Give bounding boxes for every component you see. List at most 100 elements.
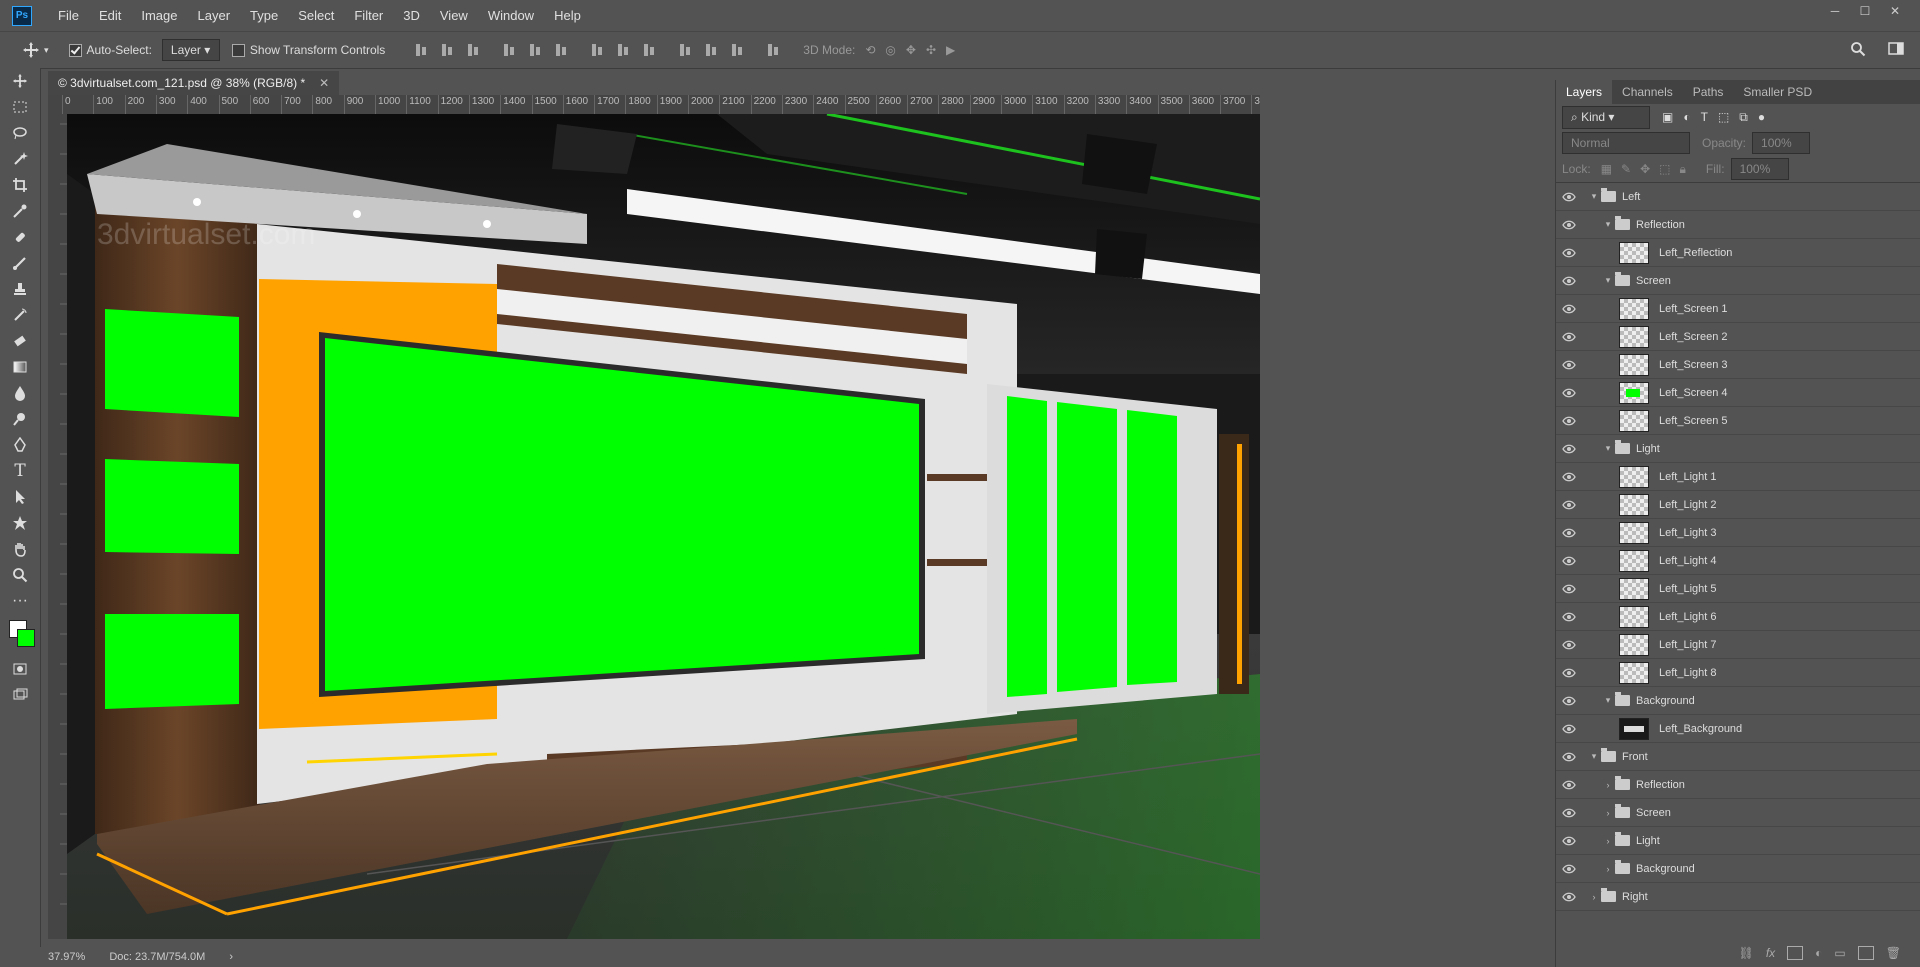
dodge-tool-icon[interactable]	[0, 406, 40, 432]
blend-mode-dropdown[interactable]: Normal	[1562, 132, 1690, 154]
visibility-eye-icon[interactable]	[1556, 808, 1581, 818]
3d-orbit-icon[interactable]: ⟲	[865, 43, 875, 57]
visibility-eye-icon[interactable]	[1556, 276, 1581, 286]
lock-transparent-icon[interactable]: ▦	[1601, 162, 1612, 177]
add-mask-icon[interactable]	[1787, 946, 1804, 960]
marquee-tool-icon[interactable]	[0, 94, 40, 120]
layer-group-row[interactable]: ▾ Front	[1556, 743, 1920, 771]
workspace-icon[interactable]	[1888, 41, 1906, 60]
menu-help[interactable]: Help	[544, 0, 591, 31]
chevron-down-icon[interactable]: ▾	[1603, 219, 1613, 230]
opacity-field[interactable]: 100%	[1752, 132, 1811, 154]
layer-row[interactable]: Left_Light 6	[1556, 603, 1920, 631]
visibility-eye-icon[interactable]	[1556, 668, 1581, 678]
chevron-right-icon[interactable]: ›	[1589, 892, 1599, 902]
lock-all-icon[interactable]: 🔒︎	[1680, 162, 1686, 177]
layer-group-row[interactable]: ▾ Background	[1556, 687, 1920, 715]
tab-layers[interactable]: Layers	[1556, 80, 1613, 104]
pen-tool-icon[interactable]	[0, 432, 40, 458]
minimize-icon[interactable]: ─	[1820, 0, 1850, 22]
visibility-eye-icon[interactable]	[1556, 780, 1581, 790]
chevron-right-icon[interactable]: ›	[1603, 780, 1613, 790]
new-layer-icon[interactable]	[1857, 946, 1874, 960]
brush-tool-icon[interactable]	[0, 250, 40, 276]
3d-slide-icon[interactable]: ✣	[926, 43, 936, 57]
auto-select-dropdown[interactable]: Layer ▾	[161, 39, 220, 61]
chevron-down-icon[interactable]: ▾	[1603, 443, 1613, 454]
close-document-icon[interactable]: ✕	[319, 76, 329, 90]
custom-shape-tool-icon[interactable]	[0, 510, 40, 536]
layer-style-icon[interactable]: fx	[1766, 946, 1775, 960]
layer-group-row[interactable]: ▾ Screen	[1556, 267, 1920, 295]
distribute-hcenter-icon[interactable]	[703, 42, 721, 58]
layer-row[interactable]: Left_Light 3	[1556, 519, 1920, 547]
layer-row[interactable]: Left_Screen 4	[1556, 379, 1920, 407]
show-transform-checkbox[interactable]: Show Transform Controls	[231, 43, 385, 57]
screen-mode-icon[interactable]	[0, 682, 40, 708]
filter-adjustment-icon[interactable]: ◐	[1683, 110, 1690, 125]
3d-scale-icon[interactable]: ▶	[946, 43, 955, 57]
menu-3d[interactable]: 3D	[393, 0, 430, 31]
menu-select[interactable]: Select	[288, 0, 344, 31]
layer-group-row[interactable]: › Right	[1556, 883, 1920, 911]
visibility-eye-icon[interactable]	[1556, 836, 1581, 846]
layer-row[interactable]: Left_Background	[1556, 715, 1920, 743]
visibility-eye-icon[interactable]	[1556, 640, 1581, 650]
visibility-eye-icon[interactable]	[1556, 528, 1581, 538]
visibility-eye-icon[interactable]	[1556, 220, 1581, 230]
layer-row[interactable]: Left_Screen 2	[1556, 323, 1920, 351]
layer-row[interactable]: Left_Light 4	[1556, 547, 1920, 575]
visibility-eye-icon[interactable]	[1556, 724, 1581, 734]
chevron-right-icon[interactable]: ›	[1603, 864, 1613, 874]
hand-tool-icon[interactable]	[0, 536, 40, 562]
layer-group-row[interactable]: ▾ Left	[1556, 183, 1920, 211]
visibility-eye-icon[interactable]	[1556, 416, 1581, 426]
layer-row[interactable]: Left_Screen 3	[1556, 351, 1920, 379]
menu-filter[interactable]: Filter	[344, 0, 393, 31]
visibility-eye-icon[interactable]	[1556, 696, 1581, 706]
layer-group-row[interactable]: ▾ Light	[1556, 435, 1920, 463]
filter-kind-dropdown[interactable]: ⌕ Kind ▾	[1562, 105, 1650, 129]
align-vcenter-icon[interactable]	[439, 42, 457, 58]
clone-stamp-tool-icon[interactable]	[0, 276, 40, 302]
visibility-eye-icon[interactable]	[1556, 444, 1581, 454]
healing-brush-tool-icon[interactable]	[0, 224, 40, 250]
visibility-eye-icon[interactable]	[1556, 612, 1581, 622]
menu-edit[interactable]: Edit	[89, 0, 131, 31]
layer-group-row[interactable]: › Screen	[1556, 799, 1920, 827]
document-tab[interactable]: © 3dvirtualset.com_121.psd @ 38% (RGB/8)…	[48, 69, 340, 95]
visibility-eye-icon[interactable]	[1556, 556, 1581, 566]
distribute-bottom-icon[interactable]	[641, 42, 659, 58]
distribute-left-icon[interactable]	[677, 42, 695, 58]
more-tools-icon[interactable]: ···	[0, 588, 40, 614]
layer-row[interactable]: Left_Reflection	[1556, 239, 1920, 267]
adjustment-layer-icon[interactable]: ◐	[1815, 946, 1822, 960]
magic-wand-tool-icon[interactable]	[0, 146, 40, 172]
menu-type[interactable]: Type	[240, 0, 288, 31]
layer-row[interactable]: Left_Screen 1	[1556, 295, 1920, 323]
layer-row[interactable]: Left_Screen 5	[1556, 407, 1920, 435]
search-icon[interactable]	[1850, 41, 1866, 60]
distribute-vcenter-icon[interactable]	[615, 42, 633, 58]
tab-channels[interactable]: Channels	[1612, 80, 1683, 104]
type-tool-icon[interactable]: T	[0, 458, 40, 484]
transform-check-icon[interactable]	[231, 43, 245, 57]
visibility-eye-icon[interactable]	[1556, 304, 1581, 314]
chevron-down-icon[interactable]: ▾	[1589, 751, 1599, 762]
layer-row[interactable]: Left_Light 1	[1556, 463, 1920, 491]
delete-layer-icon[interactable]: 🗑︎	[1886, 946, 1901, 960]
crop-tool-icon[interactable]	[0, 172, 40, 198]
align-hcenter-icon[interactable]	[527, 42, 545, 58]
auto-select-checkbox[interactable]: Auto-Select:	[68, 43, 152, 57]
new-group-icon[interactable]: ▭	[1834, 946, 1845, 960]
visibility-eye-icon[interactable]	[1556, 500, 1581, 510]
zoom-level[interactable]: 37.97%	[48, 951, 85, 963]
maximize-icon[interactable]: ☐	[1850, 0, 1880, 22]
menu-image[interactable]: Image	[131, 0, 187, 31]
lock-image-icon[interactable]: ✎	[1621, 162, 1631, 177]
gradient-tool-icon[interactable]	[0, 354, 40, 380]
visibility-eye-icon[interactable]	[1556, 752, 1581, 762]
align-right-icon[interactable]	[553, 42, 571, 58]
lasso-tool-icon[interactable]	[0, 120, 40, 146]
lock-artboard-icon[interactable]: ⬚	[1659, 162, 1670, 177]
